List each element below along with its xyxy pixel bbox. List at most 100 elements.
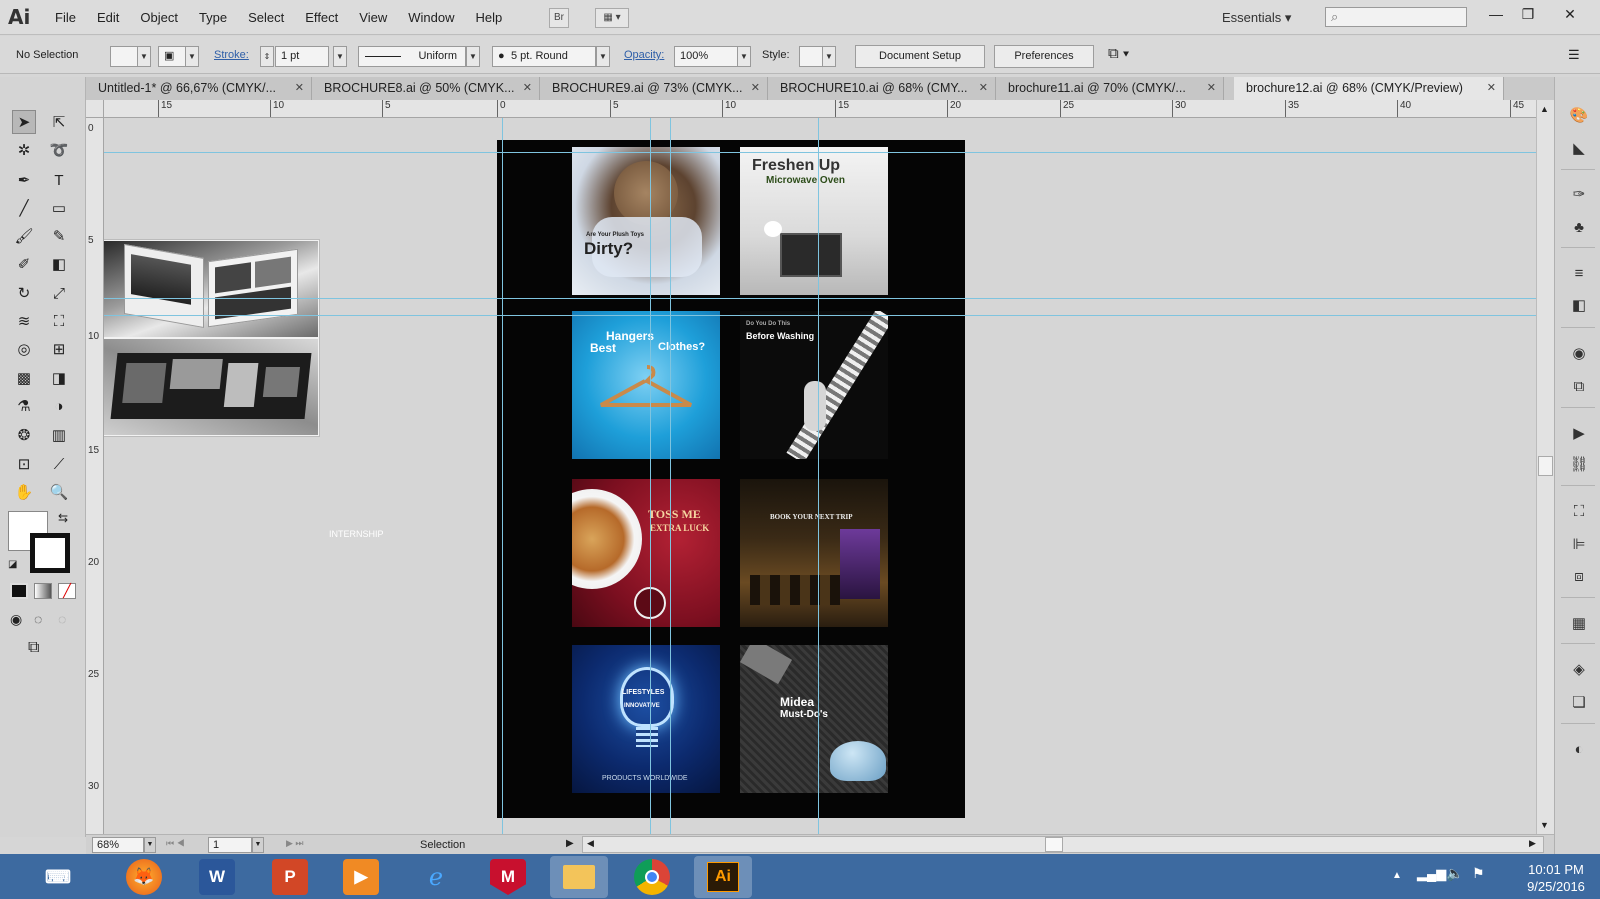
rotate-tool-icon[interactable]: ↻: [12, 281, 36, 305]
eraser-tool-icon[interactable]: ◧: [47, 252, 71, 276]
guide-vertical[interactable]: [670, 118, 671, 834]
slice-tool-icon[interactable]: ⟋: [47, 452, 71, 476]
close-icon[interactable]: ✕: [1487, 77, 1496, 100]
type-tool-icon[interactable]: T: [47, 168, 71, 192]
horizontal-scrollbar[interactable]: ◀ ▶: [582, 836, 1544, 853]
width-tool-icon[interactable]: ≋: [12, 309, 36, 333]
internet-explorer-icon[interactable]: ℯ: [418, 859, 454, 895]
guide-vertical[interactable]: [502, 118, 503, 834]
volume-icon[interactable]: 🔈: [1446, 865, 1463, 882]
vertical-scroll-thumb[interactable]: [1538, 456, 1553, 476]
scroll-down-icon[interactable]: ▼: [1540, 820, 1549, 830]
hand-tool-icon[interactable]: ✋: [12, 480, 36, 504]
brushes-icon[interactable]: ✑: [1568, 184, 1590, 206]
blob-brush-tool-icon[interactable]: ✐: [12, 252, 36, 276]
draw-inside-icon[interactable]: ◌: [58, 611, 66, 627]
artboards-icon[interactable]: ❏: [1568, 692, 1590, 714]
zoom-dropdown[interactable]: ▼: [144, 837, 156, 853]
links-icon[interactable]: ⛓: [1568, 454, 1590, 476]
stroke-weight-field[interactable]: 1 pt: [275, 46, 329, 67]
opacity-label[interactable]: Opacity:: [624, 49, 664, 61]
none-mode-icon[interactable]: ╱: [58, 583, 76, 599]
stroke-label[interactable]: Stroke:: [214, 49, 249, 61]
brochure-mockup-image[interactable]: [104, 239, 320, 437]
tab-brochure9[interactable]: BROCHURE9.ai @ 73% (CMYK... ✕: [540, 77, 768, 100]
gradient-panel-icon[interactable]: ◧: [1568, 295, 1590, 317]
profile-dropdown[interactable]: ▼: [466, 46, 480, 67]
gradient-tool-icon[interactable]: ◨: [47, 366, 71, 390]
guide-horizontal[interactable]: [104, 315, 1536, 316]
close-icon[interactable]: ✕: [751, 77, 760, 100]
poster-restaurant[interactable]: BOOK YOUR NEXT TRIP: [740, 479, 888, 627]
panel-menu-icon[interactable]: ☰: [1568, 47, 1580, 63]
menu-window[interactable]: Window: [408, 10, 454, 25]
arrange-documents-button[interactable]: ▦ ▾: [595, 8, 629, 28]
show-hidden-icons[interactable]: ▲: [1392, 870, 1402, 881]
stroke-color-swatch[interactable]: [30, 533, 70, 573]
poster-microwave[interactable]: Freshen Up Microwave Oven: [740, 147, 888, 295]
pen-tool-icon[interactable]: ✒: [12, 168, 36, 192]
bridge-button[interactable]: Br: [549, 8, 569, 28]
color-mode-icon[interactable]: [10, 583, 28, 599]
lasso-tool-icon[interactable]: ➰: [47, 138, 71, 162]
stroke-weight-stepper[interactable]: ⇕: [260, 46, 274, 67]
gradient-mode-icon[interactable]: [34, 583, 52, 599]
media-player-icon[interactable]: ▶: [343, 859, 379, 895]
network-icon[interactable]: ▂▄▆: [1417, 866, 1446, 882]
file-explorer-icon[interactable]: [550, 856, 608, 898]
direct-selection-tool-icon[interactable]: ⇱: [47, 110, 71, 134]
tab-brochure11[interactable]: brochure11.ai @ 70% (CMYK/... ✕: [996, 77, 1224, 100]
mesh-tool-icon[interactable]: ▩: [12, 366, 36, 390]
scroll-up-icon[interactable]: ▲: [1540, 104, 1549, 114]
horizontal-scroll-thumb[interactable]: [1045, 837, 1063, 852]
poster-toss-me[interactable]: TOSS ME EXTRA LUCK: [572, 479, 720, 627]
poster-lightbulb[interactable]: LIFESTYLES INNOVATIVE PRODUCTS WORLDWIDE: [572, 645, 720, 793]
menu-edit[interactable]: Edit: [97, 10, 119, 25]
brush-definition[interactable]: ● 5 pt. Round: [492, 46, 596, 67]
close-window-button[interactable]: ✕: [1556, 4, 1584, 24]
color-panel-icon[interactable]: ◣: [1568, 138, 1590, 160]
symbols-icon[interactable]: ♣: [1568, 217, 1590, 239]
paintbrush-tool-icon[interactable]: 🖌: [12, 224, 36, 248]
draw-normal-icon[interactable]: ◉: [10, 611, 22, 628]
fill-swatch[interactable]: [110, 46, 138, 67]
artboard-tool-icon[interactable]: ⊡: [12, 452, 36, 476]
stroke-weight-dropdown[interactable]: ▼: [333, 46, 347, 67]
menu-help[interactable]: Help: [475, 10, 502, 25]
poster-plush-toys[interactable]: Are Your Plush Toys Dirty?: [572, 147, 720, 295]
eyedropper-tool-icon[interactable]: ⚗: [12, 394, 36, 418]
style-dropdown[interactable]: ▼: [822, 46, 836, 67]
mcafee-icon[interactable]: M: [490, 859, 526, 895]
magic-wand-tool-icon[interactable]: ✲: [12, 138, 36, 162]
stroke-dropdown[interactable]: ▼: [185, 46, 199, 67]
tab-brochure12[interactable]: brochure12.ai @ 68% (CMYK/Preview) ✕: [1234, 77, 1504, 100]
menu-file[interactable]: File: [55, 10, 76, 25]
minimize-button[interactable]: —: [1482, 4, 1510, 24]
artboard-dropdown[interactable]: ▼: [252, 837, 264, 853]
status-menu-arrow-icon[interactable]: ▶: [566, 838, 574, 849]
guide-horizontal[interactable]: [104, 152, 1536, 153]
graphic-styles-icon[interactable]: ⧉: [1568, 376, 1590, 398]
free-transform-tool-icon[interactable]: ⛶: [47, 309, 71, 333]
select-similar-icon[interactable]: ⧉ ▾: [1108, 45, 1129, 62]
menu-type[interactable]: Type: [199, 10, 227, 25]
column-graph-tool-icon[interactable]: ▥: [47, 423, 71, 447]
layers-icon[interactable]: ◈: [1568, 659, 1590, 681]
artboard-number-field[interactable]: 1: [208, 837, 252, 853]
workspace-switcher[interactable]: Essentials ▾: [1222, 10, 1291, 26]
close-icon[interactable]: ✕: [1207, 77, 1216, 100]
scroll-left-icon[interactable]: ◀: [587, 838, 594, 849]
transparency-icon[interactable]: ◐: [1568, 739, 1590, 761]
scroll-right-icon[interactable]: ▶: [1529, 838, 1536, 849]
default-colors-icon[interactable]: ◪: [8, 559, 17, 570]
screen-mode-icon[interactable]: ⧉: [28, 639, 39, 657]
chrome-icon[interactable]: [634, 859, 670, 895]
tab-untitled-1[interactable]: Untitled-1* @ 66,67% (CMYK/... ✕: [86, 77, 312, 100]
canvas[interactable]: INTERNSHIP Are Your Plush Toys Dirty? Fr…: [104, 118, 1536, 834]
symbol-sprayer-tool-icon[interactable]: ❂: [12, 423, 36, 447]
poster-zipper[interactable]: Do You Do This Before Washing: [740, 311, 888, 459]
document-setup-button[interactable]: Document Setup: [855, 45, 985, 68]
fill-dropdown[interactable]: ▼: [137, 46, 151, 67]
restore-button[interactable]: ❐: [1514, 4, 1542, 24]
guide-vertical[interactable]: [818, 118, 819, 834]
